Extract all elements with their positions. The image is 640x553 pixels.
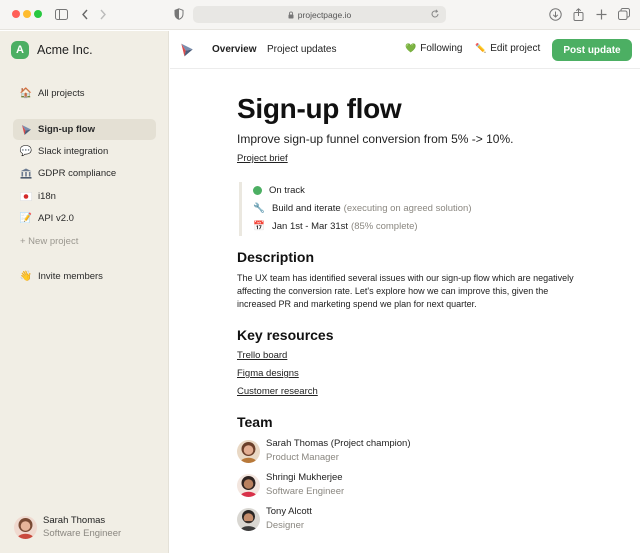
key-resources-heading: Key resources — [237, 327, 334, 343]
avatar — [14, 515, 37, 539]
workspace-badge: A — [11, 41, 29, 59]
status-panel: On track 🔧 Build and iterate (executing … — [239, 182, 499, 236]
sidebar-item-gdpr-compliance[interactable]: GDPR compliance — [13, 163, 156, 184]
green-heart-icon: 💚 — [405, 43, 417, 53]
sidebar-item-slack-integration[interactable]: 💬 Slack integration — [13, 141, 156, 162]
workspace-switcher[interactable]: A Acme Inc. — [11, 41, 93, 59]
edit-project-label: Edit project — [490, 43, 541, 54]
paper-plane-icon — [180, 42, 194, 58]
status-dot-icon — [253, 186, 262, 195]
minimize-window-button[interactable] — [23, 10, 31, 18]
wrench-icon: 🔧 — [253, 203, 265, 214]
phase-note: (executing on agreed solution) — [343, 203, 472, 214]
sidebar-item-label: Slack integration — [38, 146, 109, 157]
japan-flag-icon — [20, 192, 32, 201]
pencil-icon: ✏️ — [475, 43, 487, 53]
avatar — [237, 473, 260, 497]
sidebar-item-i18n[interactable]: i18n — [13, 186, 156, 207]
sidebar-item-label: GDPR compliance — [38, 168, 117, 179]
team-heading: Team — [237, 414, 273, 430]
close-window-button[interactable] — [12, 10, 20, 18]
reload-icon[interactable] — [430, 9, 440, 19]
team-member[interactable]: Sarah Thomas (Project champion) Product … — [237, 437, 411, 465]
address-bar[interactable]: projectpage.io — [193, 6, 446, 23]
avatar — [237, 507, 260, 531]
project-brief-link[interactable]: Project brief — [237, 153, 288, 164]
date-range: Jan 1st - Mar 31st — [272, 221, 349, 232]
lock-icon — [288, 11, 294, 19]
browser-toolbar: projectpage.io — [0, 0, 640, 30]
status-row: On track — [253, 185, 305, 196]
resource-link-trello[interactable]: Trello board — [237, 350, 287, 361]
user-name: Sarah Thomas — [43, 515, 106, 526]
following-button[interactable]: 💚 Following — [405, 43, 462, 54]
project-header: Overview Project updates 💚 Following ✏️ … — [170, 31, 640, 69]
tab-overview-icon[interactable] — [617, 7, 631, 21]
avatar — [237, 439, 260, 463]
new-project-link[interactable]: + New project — [20, 236, 78, 247]
memo-icon: 📝 — [19, 213, 33, 224]
following-label: Following — [420, 43, 463, 54]
privacy-shield-icon[interactable] — [172, 7, 186, 21]
description-heading: Description — [237, 249, 315, 265]
paper-plane-icon — [20, 124, 32, 136]
phase-label: Build and iterate — [272, 203, 341, 214]
share-icon[interactable] — [571, 7, 585, 21]
user-role: Software Engineer — [43, 528, 122, 539]
progress-note: (85% complete) — [351, 221, 418, 232]
resource-link-figma[interactable]: Figma designs — [237, 368, 299, 379]
team-member[interactable]: Tony Alcott Designer — [237, 505, 312, 533]
waving-hand-icon: 👋 — [19, 271, 33, 282]
description-text: The UX team has identified several issue… — [237, 273, 574, 310]
current-user[interactable]: Sarah Thomas Software Engineer — [14, 514, 121, 540]
sidebar-item-label: Sign-up flow — [38, 124, 95, 135]
sidebar-item-label: i18n — [38, 191, 56, 202]
sidebar-item-sign-up-flow[interactable]: Sign-up flow — [13, 119, 156, 140]
timeline-row: 📅 Jan 1st - Mar 31st (85% complete) — [253, 221, 418, 232]
maximize-window-button[interactable] — [34, 10, 42, 18]
download-icon[interactable] — [548, 7, 562, 21]
post-update-button[interactable]: Post update — [552, 39, 632, 61]
invite-members-button[interactable]: 👋 Invite members — [13, 266, 156, 287]
sidebar-item-label: All projects — [38, 88, 85, 99]
sidebar-item-api-v2[interactable]: 📝 API v2.0 — [13, 208, 156, 229]
member-name: Sarah Thomas (Project champion) — [266, 438, 411, 449]
member-name: Tony Alcott — [266, 506, 312, 517]
phase-row: 🔧 Build and iterate (executing on agreed… — [253, 203, 471, 214]
member-role: Product Manager — [266, 452, 339, 463]
back-icon[interactable] — [78, 7, 92, 21]
member-role: Software Engineer — [266, 486, 345, 497]
workspace-name: Acme Inc. — [37, 43, 93, 57]
sidebar-item-label: API v2.0 — [38, 213, 74, 224]
invite-members-label: Invite members — [38, 271, 103, 282]
tab-overview[interactable]: Overview — [212, 44, 256, 55]
sidebar-toggle-icon[interactable] — [54, 7, 68, 21]
new-tab-icon[interactable] — [594, 7, 608, 21]
member-name: Shringi Mukherjee — [266, 472, 343, 483]
edit-project-button[interactable]: ✏️ Edit project — [475, 43, 540, 54]
resource-link-research[interactable]: Customer research — [237, 386, 318, 397]
calendar-icon: 📅 — [253, 221, 265, 232]
project-goal: Improve sign-up funnel conversion from 5… — [237, 132, 514, 146]
url-text: projectpage.io — [297, 9, 352, 20]
house-icon: 🏠 — [19, 88, 33, 99]
sidebar-item-all-projects[interactable]: 🏠 All projects — [13, 83, 156, 104]
speech-bubble-icon: 💬 — [19, 146, 33, 157]
sidebar: A Acme Inc. 🏠 All projects Sign-up flow … — [0, 31, 169, 553]
tab-project-updates[interactable]: Project updates — [267, 44, 337, 55]
bank-icon — [20, 168, 32, 179]
member-role: Designer — [266, 520, 305, 531]
page-title: Sign-up flow — [237, 93, 402, 124]
team-member[interactable]: Shringi Mukherjee Software Engineer — [237, 471, 344, 499]
forward-icon[interactable] — [96, 7, 110, 21]
status-badge: On track — [269, 185, 305, 196]
